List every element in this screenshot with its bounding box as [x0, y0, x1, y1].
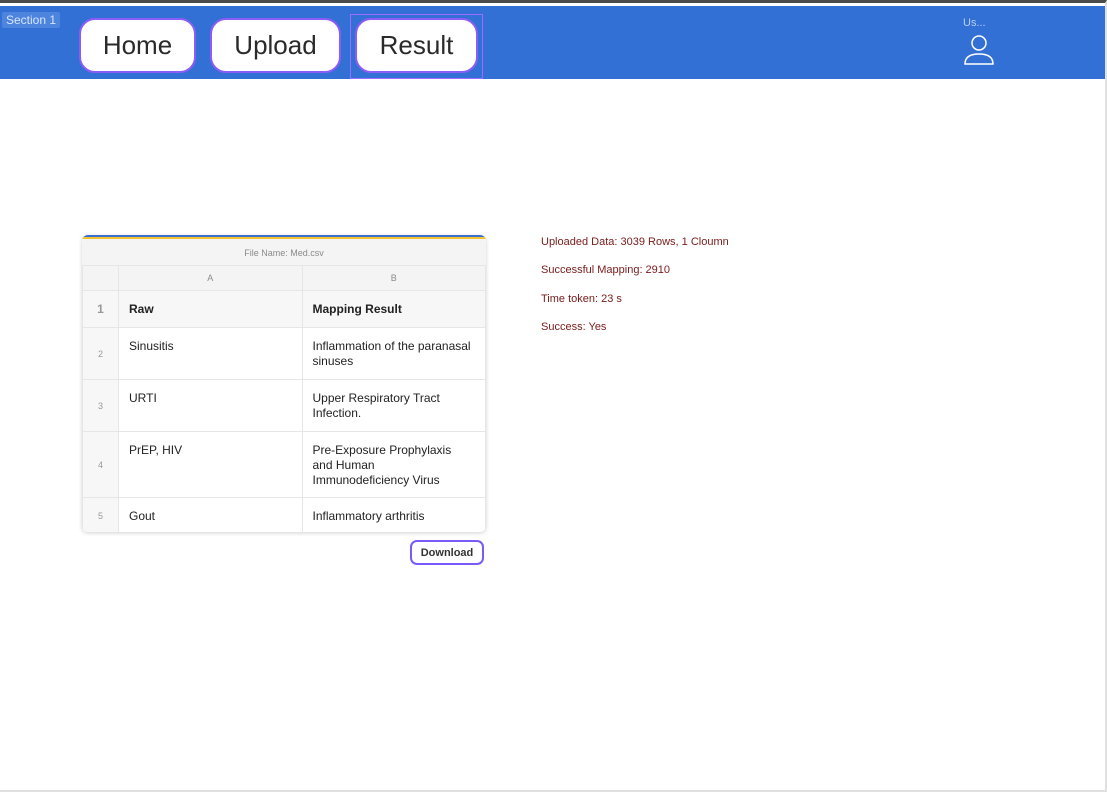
header-raw: Raw [118, 290, 303, 328]
header-mapping-result: Mapping Result [301, 290, 486, 328]
download-button[interactable]: Download [410, 540, 484, 565]
column-letter-b: B [301, 265, 486, 291]
mapping-cell: Inflammation of the paranasal sinuses [301, 327, 486, 380]
user-label: Us... [963, 17, 986, 29]
result-table-card: File Name: Med.csv A B 1 Raw Mapping Res… [82, 235, 486, 532]
row-number: 1 [82, 290, 119, 328]
result-table: A B 1 Raw Mapping Result 2 Sinusitis Inf… [82, 265, 486, 532]
corner-cell [82, 265, 119, 291]
app-window: Section 1 Home Upload Result Us... File … [0, 0, 1107, 792]
nav-upload-button[interactable]: Upload [210, 18, 341, 73]
raw-cell: PrEP, HIV [118, 431, 303, 498]
section-tag: Section 1 [2, 12, 61, 28]
column-letter-a: A [118, 265, 303, 291]
mapping-cell: Upper Respiratory Tract Infection. [301, 379, 486, 432]
user-icon[interactable] [962, 33, 996, 67]
row-number: 2 [82, 327, 119, 380]
table-row: 2 Sinusitis Inflammation of the paranasa… [82, 327, 486, 380]
table-row: 5 Gout Inflammatory arthritis [82, 497, 486, 532]
table-header-row: 1 Raw Mapping Result [82, 290, 486, 328]
table-row: 4 PrEP, HIV Pre-Exposure Prophylaxis and… [82, 431, 486, 498]
raw-cell: Sinusitis [118, 327, 303, 380]
raw-cell: URTI [118, 379, 303, 432]
nav-result-button[interactable]: Result [355, 18, 478, 73]
table-row: 3 URTI Upper Respiratory Tract Infection… [82, 379, 486, 432]
file-name-label: File Name: Med.csv [82, 239, 486, 265]
stats-panel: Uploaded Data: 3039 Rows, 1 Cloumn Succe… [541, 236, 729, 349]
raw-cell: Gout [118, 497, 303, 532]
uploaded-data-stat: Uploaded Data: 3039 Rows, 1 Cloumn [541, 236, 729, 248]
success-stat: Success: Yes [541, 320, 607, 333]
time-token-stat: Time token: 23 s [541, 292, 622, 305]
row-number: 5 [82, 497, 119, 532]
row-number: 3 [82, 379, 119, 432]
top-nav-bar: Section 1 Home Upload Result Us... [0, 6, 1105, 79]
nav-home-button[interactable]: Home [79, 18, 196, 73]
column-letter-row: A B [82, 265, 486, 291]
successful-mapping-stat: Successful Mapping: 2910 [541, 264, 671, 277]
row-number: 4 [82, 431, 119, 498]
mapping-cell: Inflammatory arthritis [301, 497, 486, 532]
user-menu[interactable]: Us... [960, 17, 1000, 71]
mapping-cell: Pre-Exposure Prophylaxis and Human Immun… [301, 431, 486, 498]
